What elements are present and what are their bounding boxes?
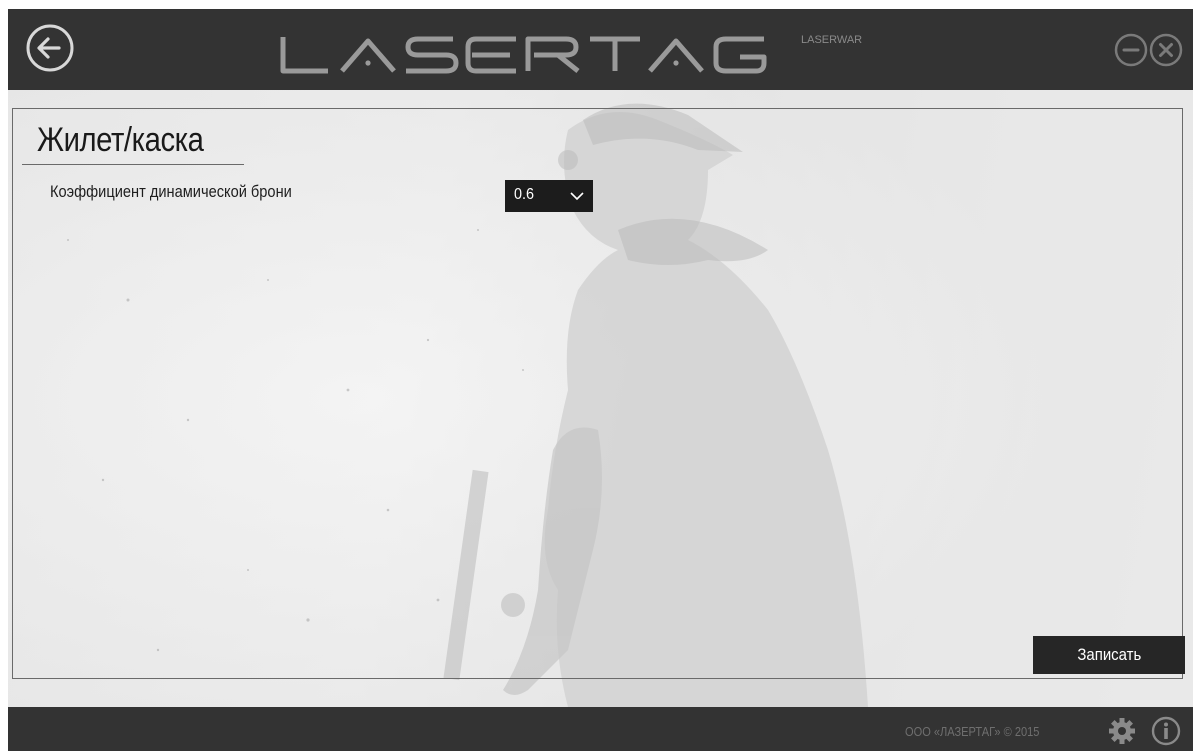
app-window: LASERWAR Жилет/каска Коэффициент динамич… [8,9,1193,751]
close-icon [1149,33,1183,67]
minimize-icon [1114,33,1148,67]
content-area: Жилет/каска Коэффициент динамической бро… [8,90,1193,707]
save-button[interactable]: Записать [1033,636,1185,674]
info-button[interactable] [1151,716,1181,746]
close-button[interactable] [1149,33,1183,67]
chevron-down-icon [570,192,584,201]
logo-subtext: LASERWAR [801,34,863,46]
gear-icon [1109,718,1135,744]
info-icon [1151,716,1181,746]
select-value: 0.6 [514,186,535,203]
title-bar: LASERWAR [8,9,1193,90]
settings-button[interactable] [1107,716,1137,746]
minimize-button[interactable] [1114,33,1148,67]
dynamic-armor-select[interactable]: 0.6 [505,180,593,212]
panel-title: Жилет/каска [37,121,204,159]
back-arrow-icon [26,24,74,72]
dynamic-armor-label: Коэффициент динамической брони [50,182,292,201]
save-button-label: Записать [1077,645,1141,664]
back-button[interactable] [25,23,75,73]
footer-bar: ООО «ЛАЗЕРТАГ» © 2015 [8,707,1193,751]
title-underline [22,164,244,165]
lasertag-logo [280,36,767,74]
copyright-text: ООО «ЛАЗЕРТАГ» © 2015 [905,724,1040,739]
